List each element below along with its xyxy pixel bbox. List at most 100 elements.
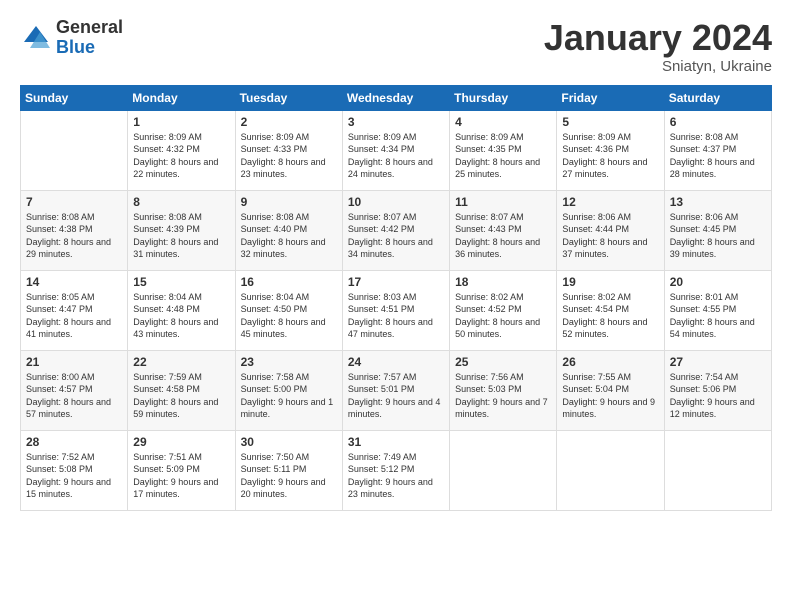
day-info: Sunrise: 8:00 AMSunset: 4:57 PMDaylight:…: [26, 371, 122, 421]
calendar-cell: [21, 110, 128, 190]
calendar-cell: 17Sunrise: 8:03 AMSunset: 4:51 PMDayligh…: [342, 270, 449, 350]
day-number: 29: [133, 435, 229, 449]
calendar-cell: 8 Sunrise: 8:08 AMSunset: 4:39 PMDaylight…: [128, 190, 235, 270]
day-info: Sunrise: 8:09 AMSunset: 4:35 PMDaylight:…: [455, 131, 551, 181]
day-info: Sunrise: 8:08 AMSunset: 4:39 PMDaylight:…: [133, 211, 229, 261]
day-info: Sunrise: 7:54 AMSunset: 5:06 PMDaylight:…: [670, 371, 766, 421]
day-info: Sunrise: 7:58 AMSunset: 5:00 PMDaylight:…: [241, 371, 337, 421]
day-number: 24: [348, 355, 444, 369]
day-info: Sunrise: 8:04 AMSunset: 4:50 PMDaylight:…: [241, 291, 337, 341]
day-number: 28: [26, 435, 122, 449]
day-number: 3: [348, 115, 444, 129]
day-number: 27: [670, 355, 766, 369]
day-info: Sunrise: 8:07 AMSunset: 4:42 PMDaylight:…: [348, 211, 444, 261]
calendar-cell: [664, 430, 771, 510]
calendar-cell: 15 Sunrise: 8:04 AMSunset: 4:48 PMDayligh…: [128, 270, 235, 350]
col-header-thursday: Thursday: [450, 85, 557, 110]
header: General Blue January 2024 Sniatyn, Ukrai…: [20, 18, 772, 75]
day-info: Sunrise: 8:08 AMSunset: 4:38 PMDaylight:…: [26, 211, 122, 261]
day-number: 2: [241, 115, 337, 129]
calendar-page: General Blue January 2024 Sniatyn, Ukrai…: [0, 0, 792, 612]
calendar-week-row: 1 Sunrise: 8:09 AMSunset: 4:32 PMDaylight…: [21, 110, 772, 190]
day-info: Sunrise: 7:50 AMSunset: 5:11 PMDaylight:…: [241, 451, 337, 501]
day-info: Sunrise: 7:57 AMSunset: 5:01 PMDaylight:…: [348, 371, 444, 421]
logo-text: General Blue: [56, 18, 123, 58]
calendar-cell: 25 Sunrise: 7:56 AMSunset: 5:03 PMDayligh…: [450, 350, 557, 430]
calendar-cell: 22 Sunrise: 7:59 AMSunset: 4:58 PMDayligh…: [128, 350, 235, 430]
day-number: 21: [26, 355, 122, 369]
col-header-friday: Friday: [557, 85, 664, 110]
calendar-cell: 20Sunrise: 8:01 AMSunset: 4:55 PMDayligh…: [664, 270, 771, 350]
calendar-cell: [450, 430, 557, 510]
logo-icon: [20, 22, 52, 54]
day-info: Sunrise: 8:01 AMSunset: 4:55 PMDaylight:…: [670, 291, 766, 341]
day-info: Sunrise: 7:55 AMSunset: 5:04 PMDaylight:…: [562, 371, 658, 421]
col-header-monday: Monday: [128, 85, 235, 110]
logo-blue: Blue: [56, 38, 123, 58]
day-info: Sunrise: 8:02 AMSunset: 4:54 PMDaylight:…: [562, 291, 658, 341]
day-number: 30: [241, 435, 337, 449]
day-number: 17: [348, 275, 444, 289]
day-number: 4: [455, 115, 551, 129]
day-info: Sunrise: 8:09 AMSunset: 4:34 PMDaylight:…: [348, 131, 444, 181]
day-number: 26: [562, 355, 658, 369]
calendar-cell: 31Sunrise: 7:49 AMSunset: 5:12 PMDayligh…: [342, 430, 449, 510]
calendar-header-row: SundayMondayTuesdayWednesdayThursdayFrid…: [21, 85, 772, 110]
calendar-cell: 21 Sunrise: 8:00 AMSunset: 4:57 PMDayligh…: [21, 350, 128, 430]
calendar-cell: 29 Sunrise: 7:51 AMSunset: 5:09 PMDayligh…: [128, 430, 235, 510]
day-info: Sunrise: 7:59 AMSunset: 4:58 PMDaylight:…: [133, 371, 229, 421]
calendar-cell: 28Sunrise: 7:52 AMSunset: 5:08 PMDayligh…: [21, 430, 128, 510]
calendar-cell: 14Sunrise: 8:05 AMSunset: 4:47 PMDayligh…: [21, 270, 128, 350]
day-number: 1: [133, 115, 229, 129]
col-header-tuesday: Tuesday: [235, 85, 342, 110]
calendar-week-row: 7 Sunrise: 8:08 AMSunset: 4:38 PMDaylight…: [21, 190, 772, 270]
calendar-cell: 13 Sunrise: 8:06 AMSunset: 4:45 PMDayligh…: [664, 190, 771, 270]
day-number: 11: [455, 195, 551, 209]
calendar-cell: 27 Sunrise: 7:54 AMSunset: 5:06 PMDayligh…: [664, 350, 771, 430]
calendar-cell: 9 Sunrise: 8:08 AMSunset: 4:40 PMDaylight…: [235, 190, 342, 270]
calendar-week-row: 14Sunrise: 8:05 AMSunset: 4:47 PMDayligh…: [21, 270, 772, 350]
day-info: Sunrise: 8:07 AMSunset: 4:43 PMDaylight:…: [455, 211, 551, 261]
col-header-saturday: Saturday: [664, 85, 771, 110]
calendar-table: SundayMondayTuesdayWednesdayThursdayFrid…: [20, 85, 772, 511]
day-info: Sunrise: 8:09 AMSunset: 4:32 PMDaylight:…: [133, 131, 229, 181]
day-number: 7: [26, 195, 122, 209]
day-number: 10: [348, 195, 444, 209]
day-number: 6: [670, 115, 766, 129]
col-header-wednesday: Wednesday: [342, 85, 449, 110]
day-info: Sunrise: 8:05 AMSunset: 4:47 PMDaylight:…: [26, 291, 122, 341]
day-info: Sunrise: 8:06 AMSunset: 4:45 PMDaylight:…: [670, 211, 766, 261]
day-number: 19: [562, 275, 658, 289]
day-number: 12: [562, 195, 658, 209]
day-number: 25: [455, 355, 551, 369]
calendar-cell: 18Sunrise: 8:02 AMSunset: 4:52 PMDayligh…: [450, 270, 557, 350]
day-info: Sunrise: 8:08 AMSunset: 4:40 PMDaylight:…: [241, 211, 337, 261]
day-info: Sunrise: 8:06 AMSunset: 4:44 PMDaylight:…: [562, 211, 658, 261]
logo: General Blue: [20, 18, 123, 58]
calendar-cell: 12 Sunrise: 8:06 AMSunset: 4:44 PMDayligh…: [557, 190, 664, 270]
calendar-cell: 11 Sunrise: 8:07 AMSunset: 4:43 PMDayligh…: [450, 190, 557, 270]
calendar-cell: 16Sunrise: 8:04 AMSunset: 4:50 PMDayligh…: [235, 270, 342, 350]
day-number: 9: [241, 195, 337, 209]
day-info: Sunrise: 8:09 AMSunset: 4:36 PMDaylight:…: [562, 131, 658, 181]
title-block: January 2024 Sniatyn, Ukraine: [544, 18, 772, 75]
calendar-week-row: 21 Sunrise: 8:00 AMSunset: 4:57 PMDayligh…: [21, 350, 772, 430]
day-number: 15: [133, 275, 229, 289]
day-number: 8: [133, 195, 229, 209]
day-info: Sunrise: 7:51 AMSunset: 5:09 PMDaylight:…: [133, 451, 229, 501]
calendar-cell: 2Sunrise: 8:09 AMSunset: 4:33 PMDaylight…: [235, 110, 342, 190]
day-number: 22: [133, 355, 229, 369]
calendar-cell: 7 Sunrise: 8:08 AMSunset: 4:38 PMDaylight…: [21, 190, 128, 270]
day-number: 13: [670, 195, 766, 209]
calendar-cell: [557, 430, 664, 510]
calendar-cell: 10 Sunrise: 8:07 AMSunset: 4:42 PMDayligh…: [342, 190, 449, 270]
calendar-cell: 19 Sunrise: 8:02 AMSunset: 4:54 PMDayligh…: [557, 270, 664, 350]
day-info: Sunrise: 8:04 AMSunset: 4:48 PMDaylight:…: [133, 291, 229, 341]
day-info: Sunrise: 8:08 AMSunset: 4:37 PMDaylight:…: [670, 131, 766, 181]
col-header-sunday: Sunday: [21, 85, 128, 110]
calendar-week-row: 28Sunrise: 7:52 AMSunset: 5:08 PMDayligh…: [21, 430, 772, 510]
calendar-cell: 30 Sunrise: 7:50 AMSunset: 5:11 PMDayligh…: [235, 430, 342, 510]
location: Sniatyn, Ukraine: [544, 58, 772, 75]
day-info: Sunrise: 7:56 AMSunset: 5:03 PMDaylight:…: [455, 371, 551, 421]
day-number: 31: [348, 435, 444, 449]
